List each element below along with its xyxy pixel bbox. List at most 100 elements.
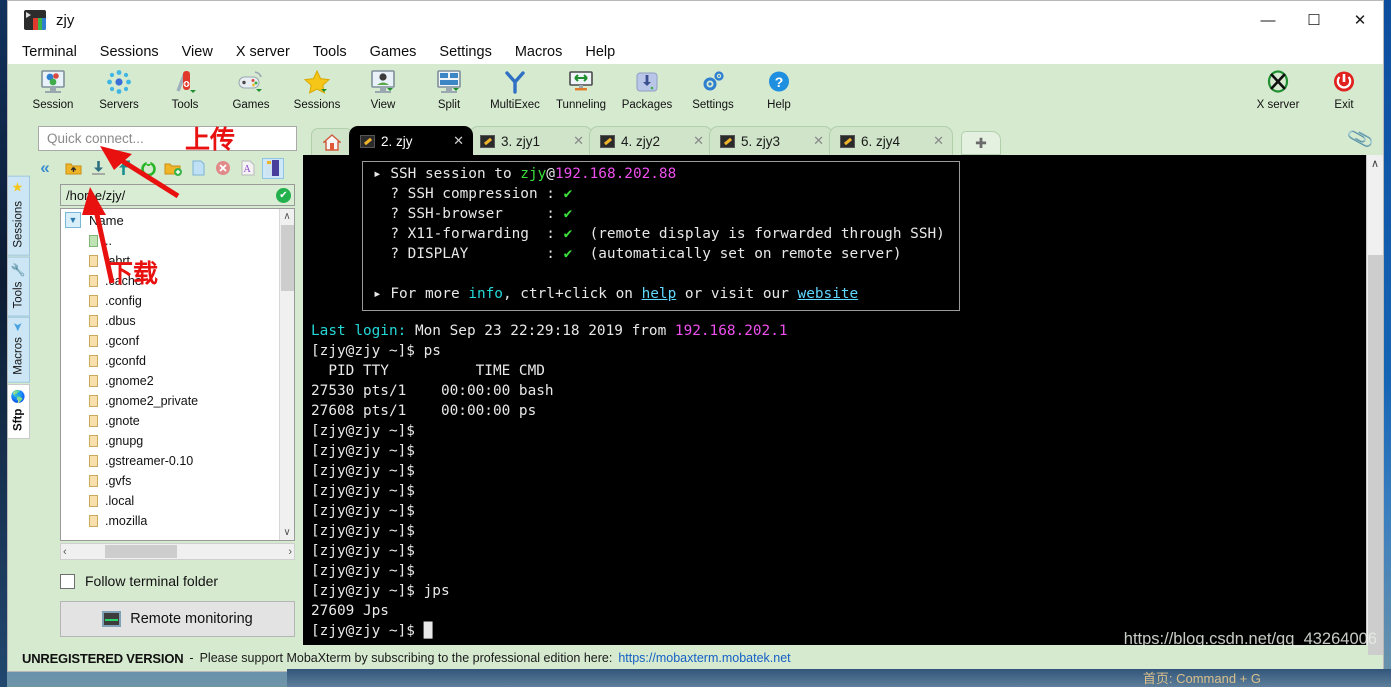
toolbar-button-help[interactable]: ? Help (746, 64, 812, 120)
tab-close-icon[interactable]: ✕ (693, 133, 704, 149)
terminal-scroll-up-icon[interactable]: ∧ (1371, 157, 1379, 170)
delete-icon[interactable] (212, 158, 234, 179)
sftp-file-list[interactable]: ▼ Name .. .abrt .cache .config .dbus .gconf .g… (61, 209, 279, 540)
file-list-item[interactable]: .. (61, 231, 279, 251)
tab-close-icon[interactable]: ✕ (933, 133, 944, 149)
menu-item-x-server[interactable]: X server (236, 44, 290, 60)
hscroll-left-icon[interactable]: ‹ (63, 546, 67, 558)
maximize-button[interactable]: ☐ (1291, 1, 1337, 39)
footer-message: Please support MobaXterm by subscribing … (199, 651, 613, 665)
menu-item-sessions[interactable]: Sessions (100, 44, 159, 60)
toolbar-button-exit[interactable]: Exit (1311, 64, 1377, 120)
file-list-hscrollbar[interactable]: ‹ › (60, 543, 295, 560)
toolbar-button-games[interactable]: Games (218, 64, 284, 120)
monitor-icon (102, 611, 122, 627)
file-list-item[interactable]: .gnupg (61, 431, 279, 451)
menu-item-games[interactable]: Games (370, 44, 417, 60)
toolbar-button-label: View (370, 99, 396, 111)
session-tab-5-zjy3[interactable]: 5. zjy3 ✕ (709, 126, 833, 155)
sidebar-tab-sftp[interactable]: Sftp 🌎 (8, 383, 30, 439)
svg-text:?: ? (775, 74, 784, 90)
hscroll-right-icon[interactable]: › (288, 546, 292, 558)
parent-folder-icon[interactable] (62, 158, 84, 179)
footer-link[interactable]: https://mobaxterm.mobatek.net (618, 651, 790, 665)
follow-terminal-folder-checkbox[interactable] (60, 573, 75, 589)
home-tab[interactable] (311, 128, 353, 155)
file-scroll-thumb[interactable] (280, 225, 294, 291)
new-tab-button[interactable]: ✚ (961, 131, 1001, 155)
file-list-item[interactable]: .gnote (61, 411, 279, 431)
sidebar-tab-tools[interactable]: Tools 🔧 (8, 256, 30, 317)
toolbar-button-x-server[interactable]: X server (1245, 64, 1311, 120)
refresh-icon[interactable] (137, 158, 159, 179)
file-list-item[interactable]: .config (61, 291, 279, 311)
main-toolbar: Session Servers Tools Games Sessions View Spli… (8, 64, 1383, 122)
menu-item-settings[interactable]: Settings (439, 44, 491, 60)
toolbar-button-view[interactable]: View (350, 64, 416, 120)
file-list-item[interactable]: .gvfs (61, 471, 279, 491)
rename-icon[interactable]: A (237, 158, 259, 179)
file-list-item[interactable]: .mozilla (61, 511, 279, 531)
file-list-item[interactable]: .cache (61, 271, 279, 291)
file-list-item[interactable]: .gnome2 (61, 371, 279, 391)
upload-icon[interactable] (112, 158, 134, 179)
tab-close-icon[interactable]: ✕ (813, 133, 824, 149)
minimize-button[interactable]: — (1245, 1, 1291, 39)
terminal-output[interactable]: ▸ SSH session to zjy@192.168.202.88 ? SS… (303, 155, 1366, 645)
close-button[interactable]: ✕ (1337, 1, 1383, 39)
menu-item-help[interactable]: Help (585, 44, 615, 60)
sidebar-tab-macros[interactable]: Macros ➤ (8, 317, 30, 383)
sftp-path-bar[interactable]: /home/zjy/ ✔ (60, 184, 295, 206)
file-list-item[interactable]: .gnome2_private (61, 391, 279, 411)
hscroll-thumb[interactable] (105, 545, 177, 558)
menu-item-view[interactable]: View (182, 44, 213, 60)
toolbar-button-packages[interactable]: Packages (614, 64, 680, 120)
follow-terminal-folder-row[interactable]: Follow terminal folder (60, 566, 295, 596)
toolbar-button-session[interactable]: Session (20, 64, 86, 120)
menu-item-tools[interactable]: Tools (313, 44, 347, 60)
menu-item-terminal[interactable]: Terminal (22, 44, 77, 60)
file-list-item[interactable]: .gconf (61, 331, 279, 351)
file-list-item[interactable]: .local (61, 491, 279, 511)
file-scroll-down-icon[interactable]: ∨ (283, 527, 290, 538)
toolbar-button-label: Sessions (293, 99, 341, 111)
tab-close-icon[interactable]: ✕ (573, 133, 584, 149)
session-tab-2-zjy[interactable]: 2. zjy ✕ (349, 126, 473, 155)
collapse-sidebar-icon[interactable]: « (30, 158, 60, 178)
terminal-tab-icon (360, 134, 375, 148)
terminal-scrollbar[interactable]: ∧ ∨ (1366, 155, 1383, 655)
tab-close-icon[interactable]: ✕ (453, 133, 464, 149)
terminal-scroll-thumb[interactable] (1367, 255, 1383, 655)
bookmark-icon[interactable] (262, 157, 284, 179)
session-icon (38, 67, 68, 97)
file-scroll-up-icon[interactable]: ∧ (283, 211, 290, 222)
new-folder-icon[interactable] (162, 158, 184, 179)
menu-item-macros[interactable]: Macros (515, 44, 563, 60)
new-file-icon[interactable] (187, 158, 209, 179)
file-list-item[interactable]: .dbus (61, 311, 279, 331)
background-app-text: 首页: Command + G (1142, 671, 1261, 686)
file-list-item[interactable]: .gconfd (61, 351, 279, 371)
download-icon[interactable] (87, 158, 109, 179)
sort-down-icon[interactable]: ▼ (65, 212, 81, 228)
file-list-item[interactable]: .abrt (61, 251, 279, 271)
session-tab-3-zjy1[interactable]: 3. zjy1 ✕ (469, 126, 593, 155)
quick-connect-input[interactable]: Quick connect... (38, 126, 297, 151)
terminal-line: [zjy@zjy ~]$ jps (311, 583, 450, 599)
toolbar-button-split[interactable]: Split (416, 64, 482, 120)
toolbar-button-tools[interactable]: Tools (152, 64, 218, 120)
paperclip-icon[interactable]: 📎 (1346, 124, 1376, 155)
remote-monitoring-button[interactable]: Remote monitoring (60, 601, 295, 637)
session-tab-4-zjy2[interactable]: 4. zjy2 ✕ (589, 126, 713, 155)
session-tab-label: 5. zjy3 (741, 133, 781, 149)
toolbar-button-settings[interactable]: Settings (680, 64, 746, 120)
sidebar-tab-sessions[interactable]: Sessions ★ (8, 176, 30, 256)
toolbar-button-multiexec[interactable]: MultiExec (482, 64, 548, 120)
file-list-scrollbar[interactable]: ∧ ∨ (279, 209, 294, 540)
session-tab-6-zjy4[interactable]: 6. zjy4 ✕ (829, 126, 953, 155)
toolbar-button-tunneling[interactable]: Tunneling (548, 64, 614, 120)
toolbar-button-sessions[interactable]: Sessions (284, 64, 350, 120)
toolbar-button-servers[interactable]: Servers (86, 64, 152, 120)
file-list-item[interactable]: .gstreamer-0.10 (61, 451, 279, 471)
column-header-name[interactable]: Name (89, 213, 124, 228)
